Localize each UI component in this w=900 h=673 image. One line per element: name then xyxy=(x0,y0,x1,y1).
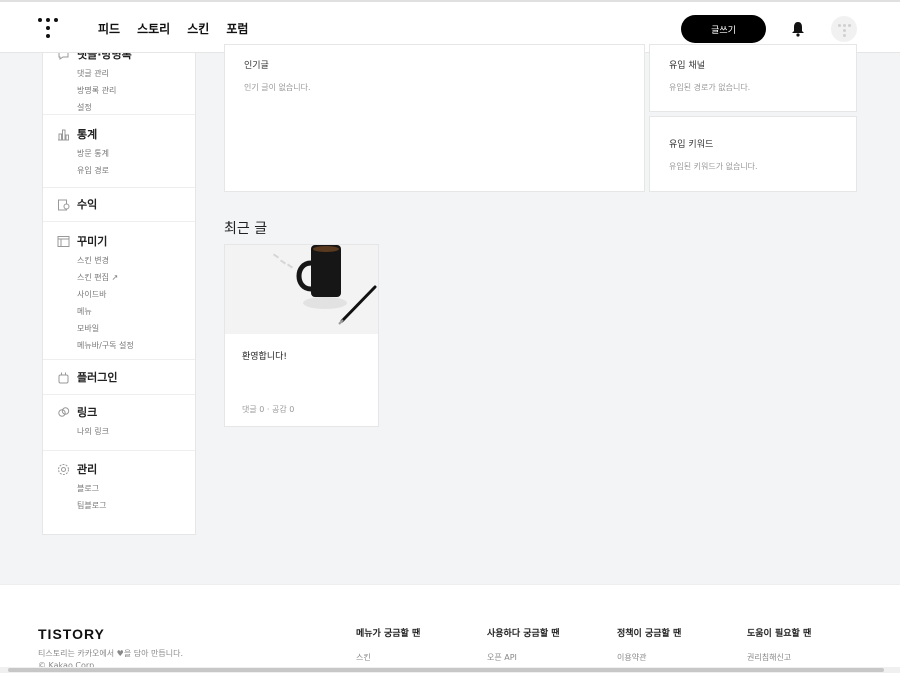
sidebar-section-comments: 댓글·방명록 댓글 관리 방명록 관리 설정 xyxy=(43,53,195,115)
popular-posts-title: 인기글 xyxy=(244,61,269,71)
sidebar-link-menubar[interactable]: 메뉴바/구독 설정 xyxy=(43,337,195,354)
sidebar-link-comment-settings[interactable]: 설정 xyxy=(43,99,195,116)
referrer-keyword-title: 유입 키워드 xyxy=(669,140,714,150)
footer-link-open-api[interactable]: 오픈 API xyxy=(487,652,560,663)
referrer-keyword-empty: 유입된 키워드가 없습니다. xyxy=(669,162,758,171)
sidebar-section-plugin: 플러그인 xyxy=(43,360,195,395)
post-meta: 댓글 0 · 공감 0 xyxy=(242,405,295,414)
footer-heading: 사용하다 궁금할 땐 xyxy=(487,629,560,639)
footer: TISTORY 티스토리는 카카오에서 ♥을 담아 만듭니다. © Kakao … xyxy=(0,584,900,673)
comment-icon xyxy=(57,53,70,61)
sidebar-section-link: 링크 나의 링크 xyxy=(43,395,195,451)
footer-column-menu: 메뉴가 궁금할 땐 스킨 xyxy=(356,626,420,663)
sidebar-section-stats: 통계 방문 통계 유입 경로 xyxy=(43,115,195,188)
post-card[interactable]: 환영합니다! 댓글 0 · 공감 0 xyxy=(224,244,379,427)
referrer-channel-card: 유입 채널 유입된 경로가 없습니다. xyxy=(649,44,857,112)
sidebar-section-design: 꾸미기 스킨 변경 스킨 편집 ↗ 사이드바 메뉴 모바일 메뉴바/구독 설정 xyxy=(43,222,195,360)
post-title[interactable]: 환영합니다! xyxy=(242,349,287,362)
sidebar-item-manage[interactable]: 관리 xyxy=(77,461,97,477)
footer-link-report[interactable]: 권리침해신고 xyxy=(747,652,811,663)
footer-column-usage: 사용하다 궁금할 땐 오픈 API xyxy=(487,626,560,663)
gear-icon xyxy=(57,463,70,476)
sidebar-item-plugin[interactable]: 플러그인 xyxy=(77,369,117,385)
sidebar-item-revenue[interactable]: 수익 xyxy=(77,196,97,212)
nav-story[interactable]: 스토리 xyxy=(137,20,170,37)
nav-feed[interactable]: 피드 xyxy=(98,20,120,37)
popular-posts-empty: 인기 글이 없습니다. xyxy=(244,83,311,92)
link-icon xyxy=(57,406,70,419)
footer-column-help: 도움이 필요할 땐 권리침해신고 xyxy=(747,626,811,663)
sidebar-link-team-blog[interactable]: 팀블로그 xyxy=(43,497,195,514)
tistory-logo-icon[interactable] xyxy=(38,18,58,38)
footer-column-policy: 정책이 궁금할 땐 이용약관 xyxy=(617,626,681,663)
post-thumbnail-image[interactable] xyxy=(225,245,378,334)
referrer-channel-title: 유입 채널 xyxy=(669,61,705,71)
plugin-icon xyxy=(57,371,70,384)
sidebar-link-visit-stats[interactable]: 방문 통계 xyxy=(43,145,195,162)
sidebar-item-link[interactable]: 링크 xyxy=(77,404,97,420)
sidebar-item-design[interactable]: 꾸미기 xyxy=(77,233,107,249)
referrer-keyword-card: 유입 키워드 유입된 키워드가 없습니다. xyxy=(649,116,857,192)
sidebar-link-skin-change[interactable]: 스킨 변경 xyxy=(43,252,195,269)
bell-icon[interactable] xyxy=(791,21,805,37)
horizontal-scrollbar[interactable] xyxy=(0,667,900,673)
sidebar-link-mobile[interactable]: 모바일 xyxy=(43,320,195,337)
write-button[interactable]: 글쓰기 xyxy=(681,15,766,43)
referrer-channel-empty: 유입된 경로가 없습니다. xyxy=(669,83,751,92)
avatar[interactable] xyxy=(831,16,857,42)
sidebar-link-referrer[interactable]: 유입 경로 xyxy=(43,162,195,179)
footer-link-terms[interactable]: 이용약관 xyxy=(617,652,681,663)
footer-link-skin[interactable]: 스킨 xyxy=(356,652,420,663)
sidebar-item-stats[interactable]: 통계 xyxy=(77,126,97,142)
recent-posts-heading: 최근 글 xyxy=(224,221,268,237)
sidebar-link-skin-edit[interactable]: 스킨 편집 ↗ xyxy=(43,269,195,286)
bar-chart-icon xyxy=(57,128,70,141)
sidebar-link-sidebar[interactable]: 사이드바 xyxy=(43,286,195,303)
popular-posts-card: 인기글 인기 글이 없습니다. xyxy=(224,44,645,192)
footer-heading: 정책이 궁금할 땐 xyxy=(617,629,682,639)
footer-description: 티스토리는 카카오에서 ♥을 담아 만듭니다. xyxy=(38,649,184,658)
sidebar-link-guestbook-manage[interactable]: 방명록 관리 xyxy=(43,82,195,99)
revenue-icon xyxy=(57,198,70,211)
sidebar-link-comment-manage[interactable]: 댓글 관리 xyxy=(43,65,195,82)
layout-icon xyxy=(57,235,70,248)
sidebar-section-revenue: 수익 xyxy=(43,188,195,222)
sidebar-link-my-links[interactable]: 나의 링크 xyxy=(43,423,195,440)
footer-logo[interactable]: TISTORY xyxy=(38,626,105,642)
main-nav: 피드 스토리 스킨 포럼 xyxy=(98,20,248,37)
sidebar-section-manage: 관리 블로그 팀블로그 xyxy=(43,451,195,523)
nav-forum[interactable]: 포럼 xyxy=(226,20,248,37)
footer-heading: 메뉴가 궁금할 땐 xyxy=(356,629,421,639)
scrollbar-thumb[interactable] xyxy=(8,668,884,672)
sidebar-link-menu[interactable]: 메뉴 xyxy=(43,303,195,320)
sidebar-item-comments[interactable]: 댓글·방명록 xyxy=(77,53,132,62)
sidebar-link-blog[interactable]: 블로그 xyxy=(43,480,195,497)
nav-skin[interactable]: 스킨 xyxy=(187,20,209,37)
admin-sidebar: 댓글·방명록 댓글 관리 방명록 관리 설정 통계 방문 통계 유입 경로 수익… xyxy=(42,53,196,535)
footer-heading: 도움이 필요할 땐 xyxy=(747,629,812,639)
